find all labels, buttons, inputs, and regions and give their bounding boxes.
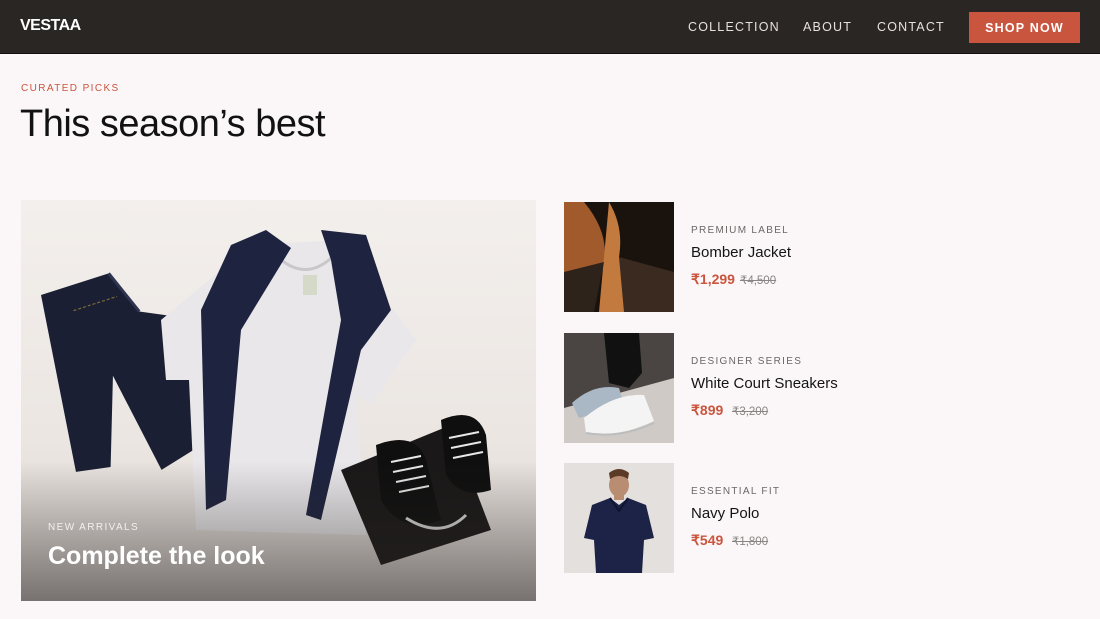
product-label: DESIGNER SERIES [691, 356, 803, 367]
product-card-white-court-sneakers[interactable]: DESIGNER SERIES White Court Sneakers ₹89… [564, 333, 1084, 443]
product-price: ₹1,299 [691, 271, 735, 287]
product-label: ESSENTIAL FIT [691, 486, 781, 497]
hero-eyebrow: NEW ARRIVALS [48, 522, 140, 533]
nav-link-contact[interactable]: CONTACT [877, 20, 945, 34]
product-original-price: ₹4,500 [740, 275, 777, 287]
product-image-white-court-sneakers [564, 333, 674, 443]
brand-logo[interactable]: VESTAA [20, 17, 81, 35]
product-image-navy-polo [564, 463, 674, 573]
product-image-bomber-jacket [564, 202, 674, 312]
product-card-navy-polo[interactable]: ESSENTIAL FIT Navy Polo ₹549 ₹1,800 [564, 463, 1084, 573]
product-original-price: ₹1,800 [732, 536, 769, 548]
nav-link-about[interactable]: ABOUT [803, 20, 852, 34]
page-title: This season’s best [20, 103, 326, 145]
product-price: ₹549 [691, 532, 724, 548]
product-name[interactable]: White Court Sneakers [691, 375, 838, 392]
hero-card[interactable]: NEW ARRIVALS Complete the look [21, 200, 536, 601]
shop-now-button[interactable]: SHOP NOW [969, 12, 1080, 43]
nav-link-collection[interactable]: COLLECTION [688, 20, 780, 34]
product-card-bomber-jacket[interactable]: PREMIUM LABEL Bomber Jacket ₹1,299 ₹4,50… [564, 202, 1084, 312]
product-label: PREMIUM LABEL [691, 225, 790, 236]
product-name[interactable]: Navy Polo [691, 505, 759, 522]
section-eyebrow: CURATED PICKS [21, 83, 120, 94]
top-navigation-bar: VESTAA COLLECTION ABOUT CONTACT SHOP NOW [0, 0, 1100, 54]
product-name[interactable]: Bomber Jacket [691, 244, 791, 261]
product-original-price: ₹3,200 [732, 406, 769, 418]
product-price: ₹899 [691, 402, 724, 418]
hero-title[interactable]: Complete the look [48, 542, 265, 571]
